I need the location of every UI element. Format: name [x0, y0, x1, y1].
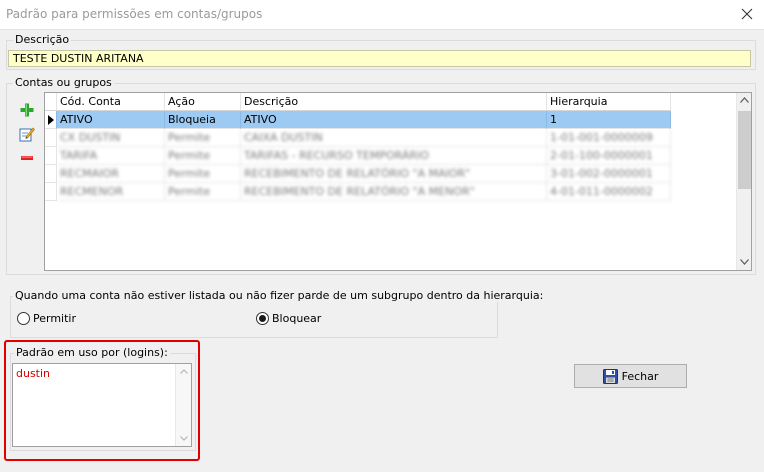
edit-icon	[19, 127, 35, 142]
header-indicator	[45, 93, 57, 111]
grid-header: Cód. Conta Ação Descrição Hierarquia	[45, 93, 671, 111]
minus-icon	[21, 156, 33, 160]
grid-scrollbar[interactable]	[736, 93, 751, 270]
row-indicator	[45, 111, 57, 129]
cell-conta: CX DUSTIN	[57, 129, 165, 147]
radio-permitir-label: Permitir	[33, 312, 77, 325]
table-row[interactable]: RECMAIOR Permite RECEBIMENTO DE RELATÓRI…	[45, 165, 671, 183]
cell-conta: ATIVO	[57, 111, 165, 129]
cell-hierarquia: 2-01-100-0000001	[547, 147, 671, 165]
contas-grid[interactable]: Cód. Conta Ação Descrição Hierarquia ATI…	[44, 92, 752, 271]
row-indicator	[45, 183, 57, 201]
cell-conta: RECMAIOR	[57, 165, 165, 183]
cell-acao: Bloqueia	[165, 111, 241, 129]
cell-acao: Permite	[165, 183, 241, 201]
hierarquia-label: Quando uma conta não estiver listada ou …	[13, 289, 546, 302]
scroll-up-icon[interactable]	[740, 97, 749, 103]
radio-bloquear[interactable]: Bloquear	[256, 312, 321, 325]
cell-conta: TARIFA	[57, 147, 165, 165]
row-indicator	[45, 165, 57, 183]
cell-acao: Permite	[165, 129, 241, 147]
descricao-label: Descrição	[13, 33, 72, 46]
remove-button[interactable]	[18, 149, 36, 167]
floppy-disk-icon	[602, 368, 618, 384]
radio-selected-dot	[259, 315, 266, 322]
descricao-input[interactable]: TESTE DUSTIN ARITANA	[8, 50, 751, 67]
highlight-annotation	[4, 340, 200, 461]
radio-permitir[interactable]: Permitir	[17, 312, 76, 325]
edit-button[interactable]	[18, 125, 36, 143]
cell-hierarquia: 1	[547, 111, 671, 129]
table-row[interactable]: ATIVO Bloqueia ATIVO 1	[45, 111, 671, 129]
add-button[interactable]	[18, 101, 36, 119]
radio-permitir-circle[interactable]	[17, 312, 30, 325]
column-header-acao[interactable]: Ação	[165, 93, 241, 111]
plus-icon	[20, 103, 34, 117]
cell-acao: Permite	[165, 147, 241, 165]
fechar-label: Fechar	[621, 369, 659, 383]
cell-acao: Permite	[165, 165, 241, 183]
fechar-button[interactable]: Fechar	[574, 364, 687, 388]
hierarquia-group	[10, 296, 498, 338]
column-header-descricao[interactable]: Descrição	[241, 93, 547, 111]
row-indicator	[45, 147, 57, 165]
cell-descricao: CAIXA DUSTIN	[241, 129, 547, 147]
cell-conta: RECMENOR	[57, 183, 165, 201]
table-row[interactable]: CX DUSTIN Permite CAIXA DUSTIN 1-01-001-…	[45, 129, 671, 147]
radio-bloquear-circle[interactable]	[256, 312, 269, 325]
close-icon	[741, 8, 753, 20]
cell-hierarquia: 1-01-001-0000009	[547, 129, 671, 147]
scroll-thumb[interactable]	[738, 111, 751, 189]
close-button[interactable]	[734, 2, 760, 26]
cell-hierarquia: 4-01-011-0000002	[547, 183, 671, 201]
caret-right-icon	[48, 115, 54, 125]
cell-descricao: TARIFAS - RECURSO TEMPORÁRIO	[241, 147, 547, 165]
cell-hierarquia: 3-01-002-0000001	[547, 165, 671, 183]
column-header-conta[interactable]: Cód. Conta	[57, 93, 165, 111]
cell-descricao: RECEBIMENTO DE RELATÓRIO "A MAIOR"	[241, 165, 547, 183]
radio-bloquear-label: Bloquear	[272, 312, 322, 325]
column-header-hierarquia[interactable]: Hierarquia	[547, 93, 671, 111]
title-bar: Padrão para permissões em contas/grupos	[0, 0, 764, 30]
scroll-down-icon[interactable]	[740, 259, 749, 265]
contas-label: Contas ou grupos	[13, 76, 114, 89]
cell-descricao: ATIVO	[241, 111, 547, 129]
window-title: Padrão para permissões em contas/grupos	[6, 7, 263, 21]
cell-descricao: RECEBIMENTO DE RELATÓRIO "A MENOR"	[241, 183, 547, 201]
row-indicator	[45, 129, 57, 147]
table-row[interactable]: TARIFA Permite TARIFAS - RECURSO TEMPORÁ…	[45, 147, 671, 165]
table-row[interactable]: RECMENOR Permite RECEBIMENTO DE RELATÓRI…	[45, 183, 671, 201]
